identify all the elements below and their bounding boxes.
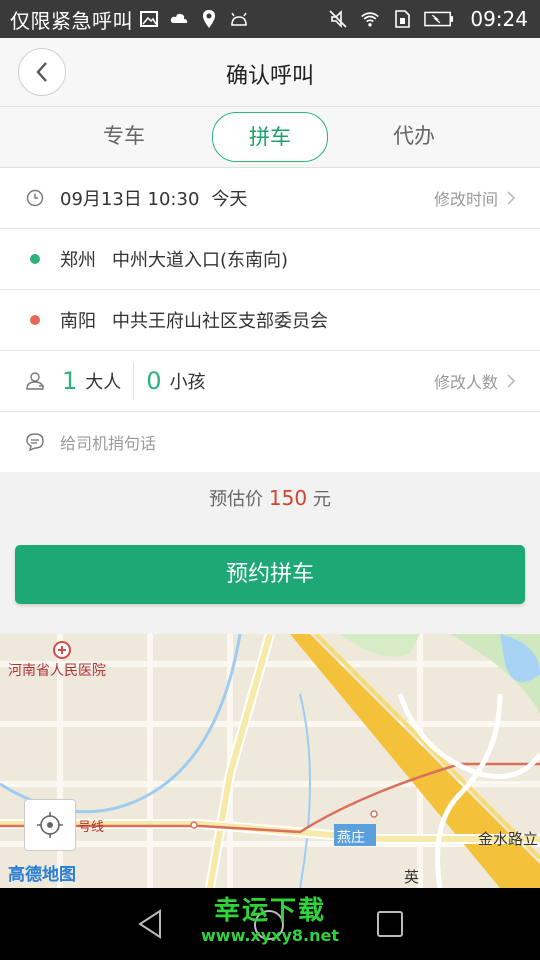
person-icon bbox=[22, 371, 48, 391]
change-time-link[interactable]: 修改时间 bbox=[434, 168, 516, 228]
map-metro-line: 号线 bbox=[78, 820, 105, 835]
sim-icon bbox=[395, 10, 411, 28]
tab-private-car[interactable]: 专车 bbox=[67, 112, 181, 160]
chevron-right-icon bbox=[507, 374, 516, 388]
trip-day: 今天 bbox=[211, 189, 248, 210]
carrier-text: 仅限紧急呼叫 bbox=[10, 8, 133, 33]
app-header: 确认呼叫 bbox=[0, 38, 540, 107]
nav-back-icon[interactable] bbox=[136, 908, 164, 940]
watermark-url: www.xyxy8.net bbox=[201, 926, 339, 945]
page-title: 确认呼叫 bbox=[225, 64, 314, 89]
chevron-right-icon bbox=[507, 191, 516, 205]
adult-count: 1 bbox=[62, 367, 78, 395]
divider bbox=[133, 362, 135, 400]
message-input[interactable]: 给司机捎句话 bbox=[60, 430, 156, 454]
child-count: 0 bbox=[146, 367, 162, 395]
origin-city: 郑州 bbox=[60, 250, 96, 271]
map-char-label: 英 bbox=[404, 868, 420, 886]
location-icon bbox=[203, 10, 215, 28]
destination-city: 南阳 bbox=[60, 311, 96, 332]
clock: 09:24 bbox=[470, 7, 528, 31]
wifi-icon bbox=[361, 12, 380, 27]
service-tabs: 专车 拼车 代办 bbox=[0, 107, 540, 168]
android-icon bbox=[231, 12, 247, 26]
change-people-link[interactable]: 修改人数 bbox=[434, 351, 516, 411]
origin-row[interactable]: 郑州 中州大道入口(东南向) bbox=[0, 229, 540, 290]
price-estimate: 预估价 150 元 bbox=[0, 485, 540, 511]
map-station-label: 燕庄 bbox=[337, 830, 365, 846]
map-road-label: 金水路立 bbox=[478, 830, 539, 848]
time-row[interactable]: 09月13日 10:30 今天 修改时间 bbox=[0, 168, 540, 229]
passenger-row[interactable]: 1 大人 0 小孩 修改人数 bbox=[0, 351, 540, 412]
status-bar: 仅限紧急呼叫 09:24 bbox=[0, 0, 540, 38]
cloud-icon bbox=[170, 13, 188, 23]
locate-me-button[interactable] bbox=[24, 799, 76, 851]
child-label: 小孩 bbox=[169, 372, 206, 393]
trip-form: 09月13日 10:30 今天 修改时间 郑州 中州大道入口(东南向) 南阳 中… bbox=[0, 168, 540, 472]
destination-dot-icon bbox=[30, 315, 40, 325]
map-poi-hospital: 河南省人民医院 bbox=[8, 663, 106, 679]
image-icon bbox=[140, 11, 158, 27]
watermark: 幸运下载 www.xyxy8.net bbox=[170, 895, 370, 945]
message-row[interactable]: 给司机捎句话 bbox=[0, 412, 540, 472]
tab-errand[interactable]: 代办 bbox=[357, 112, 471, 160]
destination-place: 中共王府山社区支部委员会 bbox=[112, 311, 328, 332]
destination-row[interactable]: 南阳 中共王府山社区支部委员会 bbox=[0, 290, 540, 351]
clock-icon bbox=[22, 189, 48, 207]
crosshair-icon bbox=[37, 812, 63, 838]
trip-datetime: 09月13日 10:30 bbox=[60, 189, 200, 210]
amap-logo: 高德地图 bbox=[8, 865, 76, 885]
battery-icon bbox=[424, 11, 454, 27]
adult-label: 大人 bbox=[85, 372, 122, 393]
origin-place: 中州大道入口(东南向) bbox=[112, 250, 289, 271]
mute-icon bbox=[329, 10, 347, 28]
price-prefix: 预估价 bbox=[209, 489, 264, 510]
price-amount: 150 bbox=[268, 486, 308, 510]
origin-dot-icon bbox=[30, 254, 40, 264]
change-people-label: 修改人数 bbox=[433, 373, 498, 392]
change-time-label: 修改时间 bbox=[433, 190, 498, 209]
watermark-title: 幸运下载 bbox=[213, 896, 326, 926]
map-view[interactable]: 河南省人民医院 号线 燕庄 金水路立 英 高德地图 bbox=[0, 634, 540, 888]
book-carpool-button[interactable]: 预约拼车 bbox=[15, 545, 525, 604]
price-unit: 元 bbox=[312, 489, 331, 510]
nav-recent-icon[interactable] bbox=[376, 910, 404, 938]
tab-carpool[interactable]: 拼车 bbox=[212, 112, 328, 162]
chat-icon bbox=[22, 432, 48, 452]
